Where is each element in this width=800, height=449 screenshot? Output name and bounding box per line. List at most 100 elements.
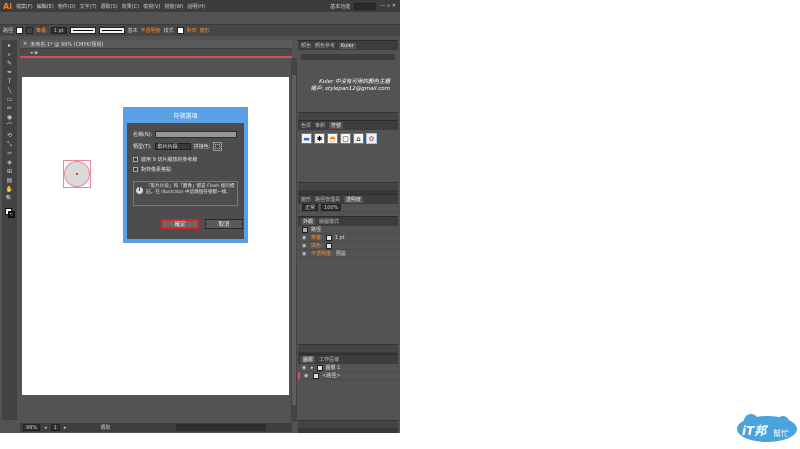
fill-attr-swatch[interactable] [325, 242, 332, 249]
guides-row[interactable]: 啟用 9 切片縮放的參考線 [133, 156, 197, 163]
magic-wand-tool-icon[interactable]: ✎ [4, 60, 15, 67]
cancel-button[interactable]: 取消 [205, 219, 243, 229]
tab-layers[interactable]: 圖層 [301, 356, 316, 363]
align-pixel-checkbox[interactable] [133, 167, 138, 172]
line-tool-icon[interactable]: ╲ [4, 87, 15, 94]
stroke-weight-input[interactable]: 1 pt [50, 27, 67, 34]
fill-stroke-widget[interactable] [4, 208, 15, 218]
tab-transparency[interactable]: 透明度 [344, 196, 364, 203]
symbol-splat-icon[interactable]: ✱ [314, 133, 325, 144]
symbol-flower-icon[interactable]: ✿ [366, 133, 377, 144]
symbol-fish-icon[interactable]: ◓ [327, 133, 338, 144]
menu-file[interactable]: 檔案(F) [16, 3, 33, 10]
eye-icon[interactable]: ◉ [302, 365, 308, 371]
window-controls[interactable]: — ▫ ✕ [380, 3, 396, 9]
menu-effect[interactable]: 效果(C) [122, 3, 139, 10]
ok-button[interactable]: 確定 [161, 219, 199, 229]
menu-object[interactable]: 物件(O) [58, 3, 76, 10]
zoom-tool-icon[interactable]: 🔍 [4, 195, 15, 202]
vertical-scroll-thumb[interactable] [292, 75, 296, 405]
workspace-switcher[interactable]: 基本功能 [330, 3, 350, 10]
zoom-input[interactable]: 99% [23, 424, 41, 431]
tab-kuler[interactable]: Kuler [339, 42, 356, 49]
menu-window[interactable]: 視窗(W) [164, 3, 183, 10]
layer-name[interactable]: <路徑> [322, 372, 340, 379]
fill-attr-label[interactable]: 填色: [311, 242, 323, 249]
tab-color[interactable]: 顏色 [301, 42, 311, 49]
fill-swatch[interactable] [16, 27, 24, 34]
layer-row[interactable]: ◉ <路徑> [298, 372, 398, 380]
type-select[interactable]: 影片片段 [154, 143, 191, 150]
rotate-tool-icon[interactable]: ⟲ [4, 132, 15, 139]
tab-color-guide[interactable]: 顏色參考 [315, 42, 335, 49]
tab-appearance[interactable]: 外觀 [301, 218, 316, 225]
tab-graphic-styles[interactable]: 繪圖樣式 [319, 218, 339, 225]
expand-arrow-icon[interactable]: ▸ [311, 365, 314, 371]
registration-grid[interactable] [213, 142, 223, 151]
horizontal-scrollbar[interactable] [176, 424, 266, 431]
direct-selection-tool-icon[interactable]: ▹ [4, 51, 15, 58]
close-icon[interactable]: ✕ [23, 41, 27, 47]
style-label[interactable]: 樣式 [164, 27, 174, 34]
appearance-fill-row[interactable]: ◉ 填色: [298, 242, 398, 250]
next-artboard-icon[interactable]: ▸ [64, 425, 67, 431]
pen-tool-icon[interactable]: ✒ [4, 69, 15, 76]
symbol-banner-icon[interactable]: ▬ [301, 133, 312, 144]
opacity-attr-label[interactable]: 不透明度: [311, 250, 333, 257]
stroke-attr-value[interactable]: 1 pt [335, 235, 345, 241]
align-pixel-row[interactable]: 對齊像素格點 [133, 166, 171, 173]
pencil-tool-icon[interactable]: ✏ [4, 105, 15, 112]
scissors-tool-icon[interactable]: ✂ [4, 150, 15, 157]
selection-tool-icon[interactable]: ▸ [4, 42, 15, 49]
stroke-attr-swatch[interactable] [325, 234, 332, 241]
appearance-stroke-row[interactable]: ◉ 筆畫: 1 pt [298, 234, 398, 242]
hand-tool-icon[interactable]: ✋ [4, 186, 15, 193]
symbol-frame-icon[interactable]: ▢ [340, 133, 351, 144]
tab-artboards[interactable]: 工作區域 [319, 356, 339, 363]
eye-icon[interactable]: ◉ [302, 235, 308, 241]
back-arrow-icon[interactable]: ◂ ◈ [30, 50, 38, 56]
document-tab[interactable]: ✕ 未命名-1* @ 99% (CMYK/預視) [20, 40, 292, 49]
tab-brushes[interactable]: 筆刷 [315, 122, 325, 129]
kuler-search-field[interactable] [301, 54, 395, 60]
eye-icon[interactable]: ◉ [304, 373, 310, 379]
menu-select[interactable]: 選取(S) [101, 3, 118, 10]
opacity-input[interactable]: 100% [321, 204, 342, 211]
menu-edit[interactable]: 編輯(E) [37, 3, 54, 10]
scale-tool-icon[interactable]: ⤡ [4, 141, 15, 148]
appearance-opacity-row[interactable]: ◉ 不透明度: 預設 [298, 250, 398, 258]
style-swatch[interactable] [176, 27, 184, 34]
graph-tool-icon[interactable]: ▤ [4, 177, 15, 184]
brush-definition[interactable] [98, 27, 125, 34]
eye-icon[interactable]: ◉ [302, 251, 308, 257]
layer-row[interactable]: ◉ ▸ 圖層 1 [298, 364, 398, 372]
menu-help[interactable]: 說明(H) [187, 3, 205, 10]
tab-transform[interactable]: 變形 [301, 196, 311, 203]
stroke-attr-label[interactable]: 筆畫: [311, 234, 323, 241]
status-text[interactable]: 選取 [100, 424, 110, 431]
opacity-attr-value[interactable]: 預設 [336, 250, 346, 257]
tab-swatches[interactable]: 色票 [301, 122, 311, 129]
menu-type[interactable]: 文字(T) [80, 3, 97, 10]
type-tool-icon[interactable]: T [4, 78, 15, 85]
blob-brush-tool-icon[interactable]: ◉ [4, 114, 15, 121]
variable-width-profile[interactable] [69, 27, 96, 34]
tab-pathfinder[interactable]: 路徑管理員 [315, 196, 340, 203]
artboard-number-input[interactable]: 1 [50, 424, 60, 431]
eraser-tool-icon[interactable]: ⌒ [4, 123, 15, 130]
opacity-label[interactable]: 不透明度 [141, 27, 161, 34]
eye-icon[interactable]: ◉ [302, 243, 308, 249]
tab-symbols[interactable]: 符號 [329, 122, 344, 129]
guides-checkbox[interactable] [133, 157, 138, 162]
name-input[interactable] [155, 131, 238, 138]
mesh-tool-icon[interactable]: ⊞ [4, 168, 15, 175]
transform-label[interactable]: 變形 [200, 27, 210, 34]
rectangle-tool-icon[interactable]: ▭ [4, 96, 15, 103]
symbol-home-icon[interactable]: ⌂ [353, 133, 364, 144]
stroke-label[interactable]: 筆畫: [36, 27, 48, 34]
align-label[interactable]: 對齊 [187, 27, 197, 34]
blend-mode-select[interactable]: 正常 [302, 204, 319, 211]
stroke-swatch[interactable] [26, 27, 34, 34]
prev-artboard-icon[interactable]: ◂ [44, 425, 47, 431]
search-input[interactable] [354, 2, 377, 10]
